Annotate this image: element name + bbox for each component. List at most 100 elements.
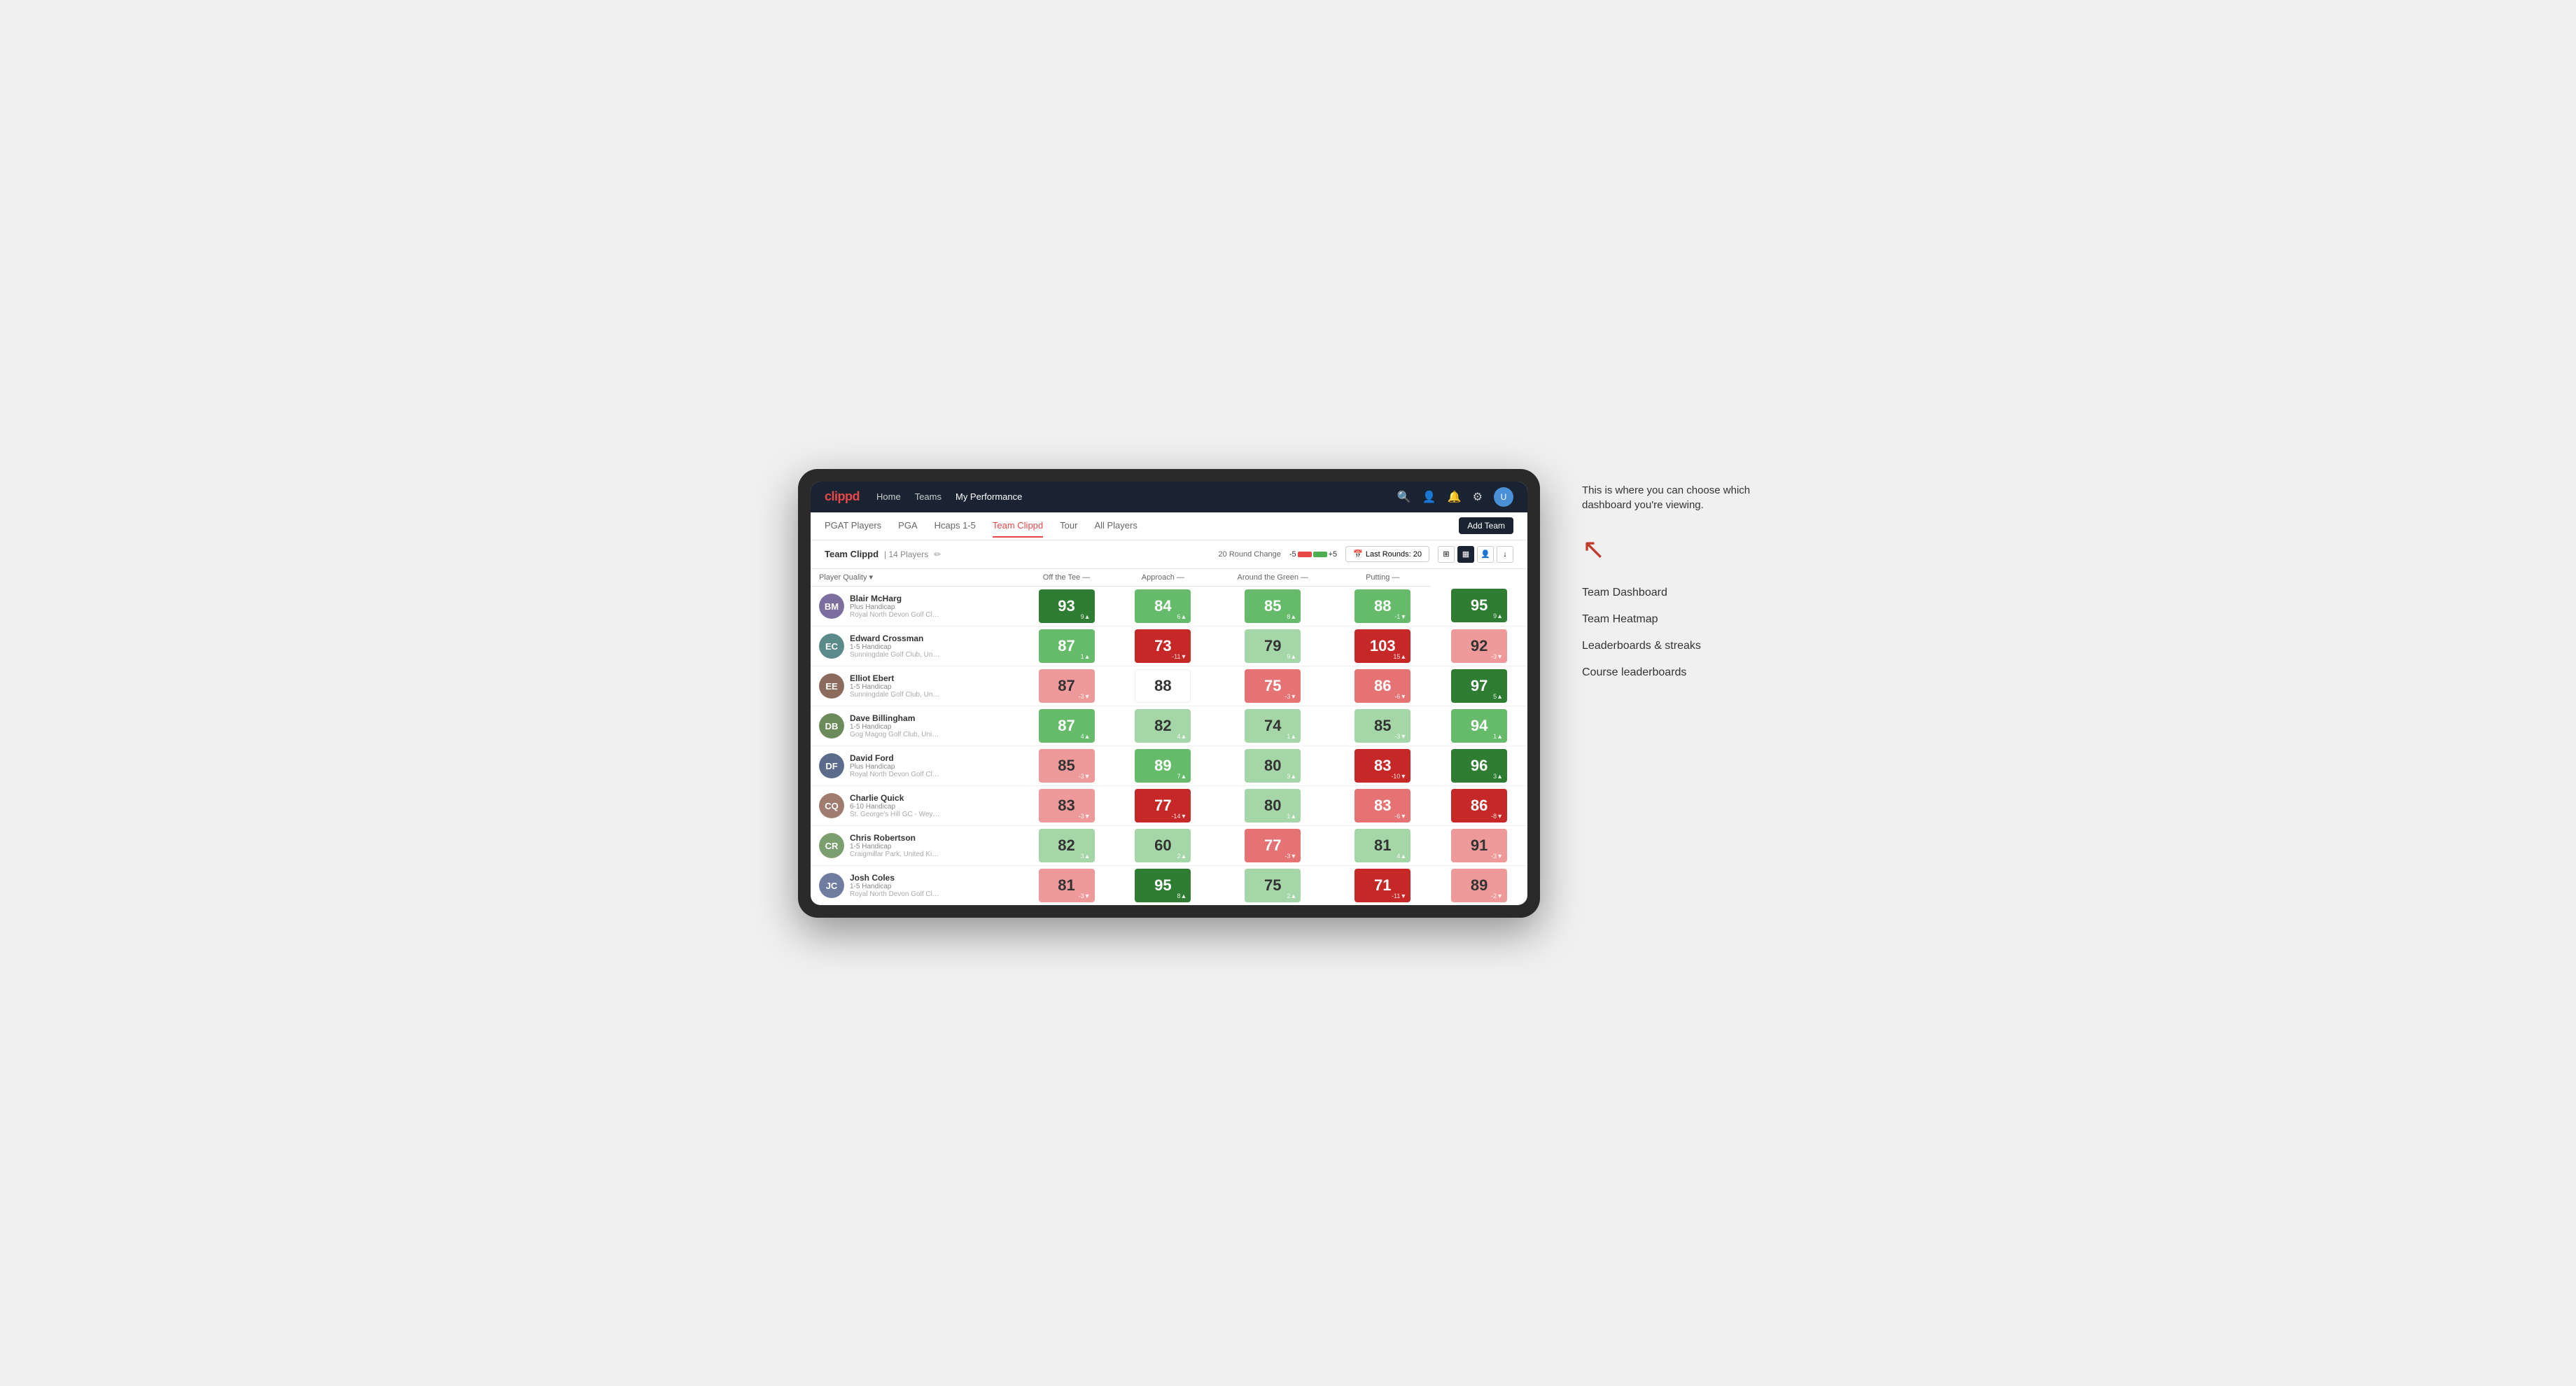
nav-item-performance[interactable]: My Performance <box>955 489 1022 505</box>
score-box: 963▲ <box>1451 749 1507 783</box>
player-club: Craigmillar Park, United Kingdom <box>850 850 941 858</box>
score-number: 86 <box>1471 798 1488 813</box>
score-cell-around-green[interactable]: 85-3▼ <box>1334 706 1431 746</box>
score-box: 941▲ <box>1451 709 1507 743</box>
score-cell-around-green[interactable]: 71-11▼ <box>1334 865 1431 905</box>
score-cell-off-tee[interactable]: 846▲ <box>1114 586 1211 626</box>
score-change: -8▼ <box>1491 813 1503 820</box>
score-cell-off-tee[interactable]: 602▲ <box>1114 825 1211 865</box>
option-leaderboards[interactable]: Leaderboards & streaks <box>1582 633 1778 659</box>
player-cell[interactable]: CR Chris Robertson1-5 HandicapCraigmilla… <box>811 825 1018 865</box>
player-avatar: DF <box>819 753 844 778</box>
score-cell-off-tee[interactable]: 77-14▼ <box>1114 785 1211 825</box>
score-cell-quality[interactable]: 85-3▼ <box>1018 746 1115 785</box>
score-cell-around-green[interactable]: 83-6▼ <box>1334 785 1431 825</box>
add-team-button[interactable]: Add Team <box>1459 517 1513 534</box>
player-name: Blair McHarg <box>850 594 941 603</box>
player-cell[interactable]: DB Dave Billingham1-5 HandicapGog Magog … <box>811 706 1018 746</box>
nav-item-home[interactable]: Home <box>876 489 901 505</box>
score-cell-approach[interactable]: 752▲ <box>1211 865 1334 905</box>
subnav-pgat[interactable]: PGAT Players <box>825 520 881 538</box>
player-cell[interactable]: EC Edward Crossman1-5 HandicapSunningdal… <box>811 626 1018 666</box>
score-cell-around-green[interactable]: 814▲ <box>1334 825 1431 865</box>
score-cell-off-tee[interactable]: 824▲ <box>1114 706 1211 746</box>
score-cell-off-tee[interactable]: 95 8▲ <box>1114 865 1211 905</box>
score-cell-approach[interactable]: 741▲ <box>1211 706 1334 746</box>
player-cell[interactable]: EE Elliot Ebert1-5 HandicapSunningdale G… <box>811 666 1018 706</box>
person-view-button[interactable]: 👤 <box>1477 546 1494 563</box>
score-number: 95 <box>1154 878 1171 893</box>
score-change: 8▲ <box>1177 892 1186 899</box>
player-cell[interactable]: BM Blair McHargPlus HandicapRoyal North … <box>811 586 1018 626</box>
score-number: 91 <box>1471 838 1488 853</box>
score-cell-approach[interactable]: 803▲ <box>1211 746 1334 785</box>
score-cell-around-green[interactable]: 86-6▼ <box>1334 666 1431 706</box>
subnav-team[interactable]: Team Clippd <box>993 520 1043 538</box>
score-cell-putting[interactable]: 959▲ <box>1431 586 1527 626</box>
score-change: -10▼ <box>1391 773 1406 780</box>
nav-item-teams[interactable]: Teams <box>915 489 941 505</box>
table-header-row: Player Quality ▾ Off the Tee — Approach … <box>811 569 1527 587</box>
subnav-pga[interactable]: PGA <box>898 520 917 538</box>
score-change: 2▲ <box>1287 892 1296 899</box>
bell-icon[interactable]: 🔔 <box>1448 490 1462 504</box>
score-box: 71-11▼ <box>1354 869 1410 902</box>
avatar[interactable]: U <box>1494 487 1513 507</box>
score-cell-approach[interactable]: 77-3▼ <box>1211 825 1334 865</box>
score-cell-around-green[interactable]: 83-10▼ <box>1334 746 1431 785</box>
settings-icon[interactable]: ⚙ <box>1473 490 1483 504</box>
table-scroll[interactable]: Player Quality ▾ Off the Tee — Approach … <box>811 569 1527 905</box>
score-cell-approach[interactable]: 799▲ <box>1211 626 1334 666</box>
score-cell-quality[interactable]: 874▲ <box>1018 706 1115 746</box>
player-details: Edward Crossman1-5 HandicapSunningdale G… <box>850 634 941 659</box>
col-around-green[interactable]: Around the Green — <box>1211 569 1334 587</box>
col-off-tee[interactable]: Off the Tee — <box>1018 569 1115 587</box>
score-cell-putting[interactable]: 91-3▼ <box>1431 825 1527 865</box>
score-box: 741▲ <box>1245 709 1301 743</box>
score-cell-off-tee[interactable]: 88 <box>1114 666 1211 706</box>
score-cell-putting[interactable]: 963▲ <box>1431 746 1527 785</box>
team-count: | 14 Players <box>884 550 928 559</box>
score-cell-off-tee[interactable]: 73-11▼ <box>1114 626 1211 666</box>
score-cell-quality[interactable]: 939▲ <box>1018 586 1115 626</box>
col-putting[interactable]: Putting — <box>1334 569 1431 587</box>
search-icon[interactable]: 🔍 <box>1397 490 1411 504</box>
score-cell-around-green[interactable]: 10315▲ <box>1334 626 1431 666</box>
score-cell-putting[interactable]: 92-3▼ <box>1431 626 1527 666</box>
option-team-dashboard[interactable]: Team Dashboard <box>1582 580 1778 606</box>
score-cell-quality[interactable]: 83-3▼ <box>1018 785 1115 825</box>
heatmap-view-button[interactable]: ▦ <box>1457 546 1474 563</box>
score-cell-quality[interactable]: 81-3▼ <box>1018 865 1115 905</box>
grid-view-button[interactable]: ⊞ <box>1438 546 1455 563</box>
score-cell-putting[interactable]: 975▲ <box>1431 666 1527 706</box>
subnav-hcaps[interactable]: Hcaps 1-5 <box>934 520 976 538</box>
score-cell-putting[interactable]: 89-2▼ <box>1431 865 1527 905</box>
score-cell-approach[interactable]: 858▲ <box>1211 586 1334 626</box>
player-handicap: Plus Handicap <box>850 603 941 611</box>
score-cell-quality[interactable]: 871▲ <box>1018 626 1115 666</box>
score-box: 858▲ <box>1245 589 1301 623</box>
score-cell-quality[interactable]: 823▲ <box>1018 825 1115 865</box>
col-approach[interactable]: Approach — <box>1114 569 1211 587</box>
score-cell-approach[interactable]: 801▲ <box>1211 785 1334 825</box>
edit-icon[interactable]: ✏ <box>934 550 941 559</box>
col-player[interactable]: Player Quality ▾ <box>811 569 1018 587</box>
subnav-all[interactable]: All Players <box>1094 520 1137 538</box>
score-cell-off-tee[interactable]: 897▲ <box>1114 746 1211 785</box>
download-button[interactable]: ↓ <box>1497 546 1513 563</box>
subnav-tour[interactable]: Tour <box>1060 520 1077 538</box>
svg-text:EE: EE <box>825 681 838 692</box>
score-cell-around-green[interactable]: 88-1▼ <box>1334 586 1431 626</box>
score-cell-putting[interactable]: 86-8▼ <box>1431 785 1527 825</box>
last-rounds-button[interactable]: 📅 Last Rounds: 20 <box>1345 546 1429 562</box>
score-cell-putting[interactable]: 941▲ <box>1431 706 1527 746</box>
player-cell[interactable]: DF David FordPlus HandicapRoyal North De… <box>811 746 1018 785</box>
score-cell-approach[interactable]: 75-3▼ <box>1211 666 1334 706</box>
score-cell-quality[interactable]: 87-3▼ <box>1018 666 1115 706</box>
score-number: 79 <box>1264 638 1281 654</box>
option-course-leaderboards[interactable]: Course leaderboards <box>1582 659 1778 686</box>
player-cell[interactable]: JC Josh Coles1-5 HandicapRoyal North Dev… <box>811 865 1018 905</box>
player-cell[interactable]: CQ Charlie Quick6-10 HandicapSt. George'… <box>811 785 1018 825</box>
option-team-heatmap[interactable]: Team Heatmap <box>1582 606 1778 633</box>
profile-icon[interactable]: 👤 <box>1422 490 1436 504</box>
